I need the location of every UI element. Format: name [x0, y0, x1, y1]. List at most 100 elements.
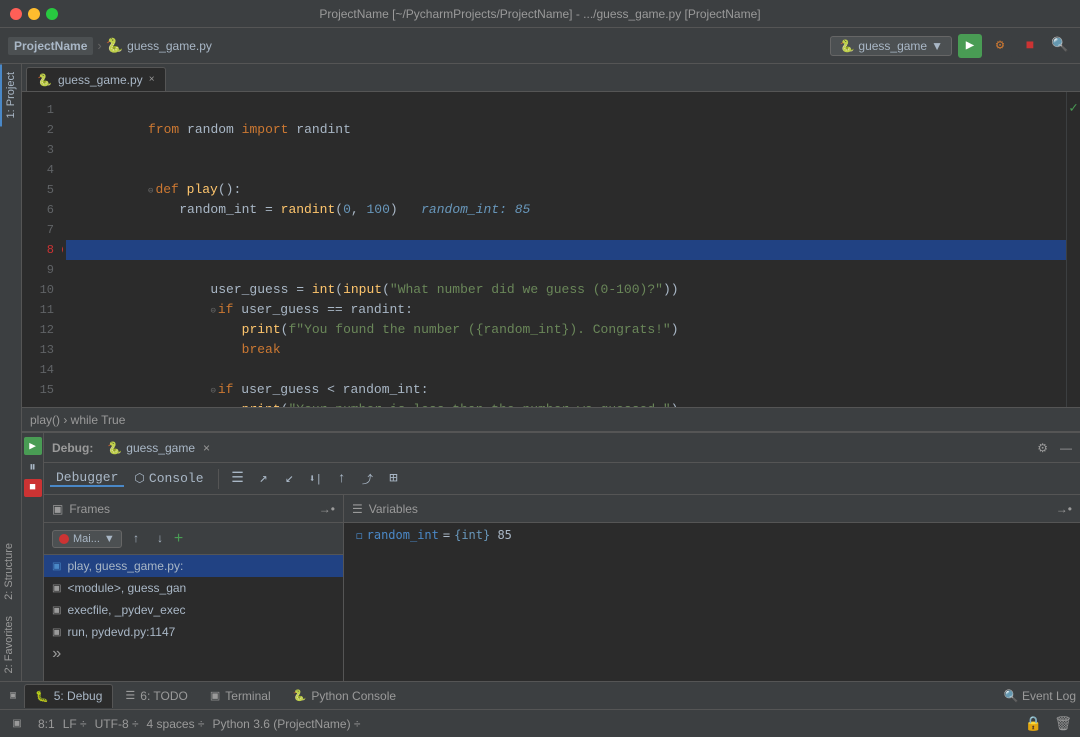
- editor-tab-guess-game[interactable]: 🐍 guess_game.py ×: [26, 67, 166, 91]
- frame-label-2: <module>, guess_gan: [67, 581, 186, 595]
- left-sidebar: 1: Project 2: Structure 2: Favorites: [0, 64, 22, 681]
- tab-bar: 🐍 guess_game.py ×: [22, 64, 1080, 92]
- run-button[interactable]: ▶: [958, 34, 982, 58]
- stop-button[interactable]: ■: [1018, 34, 1042, 58]
- code-line-3: [66, 140, 1066, 160]
- minimize-button[interactable]: [28, 8, 40, 20]
- pause-button[interactable]: ⏸: [24, 458, 42, 476]
- debugger-label: Debugger: [56, 470, 118, 485]
- step-into-my-code-button[interactable]: ⬇|: [305, 468, 327, 490]
- bottom-right-area: 🔍 Event Log: [1004, 689, 1076, 703]
- maximize-button[interactable]: [46, 8, 58, 20]
- debug-button[interactable]: ⚙: [988, 34, 1012, 58]
- debug-settings-button[interactable]: ⚙: [1037, 441, 1048, 455]
- variables-panel: ☰ Variables →• ◻ random_int = {int} 85: [344, 495, 1080, 681]
- line-endings[interactable]: LF ÷: [63, 717, 87, 731]
- sidebar-item-structure[interactable]: 2: Structure: [0, 535, 21, 608]
- frame-down-button[interactable]: ↓: [150, 529, 170, 549]
- tab-close-button[interactable]: ×: [149, 74, 155, 85]
- todo-tab-text: 6: TODO: [140, 689, 188, 703]
- bottom-tab-todo[interactable]: ☰ 6: TODO: [115, 684, 197, 708]
- python-console-text: Python Console: [311, 689, 396, 703]
- window-controls[interactable]: [10, 8, 58, 20]
- code-line-9: [66, 260, 1066, 280]
- status-bar: ▣ 8:1 LF ÷ UTF-8 ÷ 4 spaces ÷ Python 3.6…: [0, 709, 1080, 737]
- debug-minimize-button[interactable]: —: [1060, 441, 1072, 455]
- code-line-14: ⊖if user_guess < random_int:: [66, 360, 1066, 380]
- var-type: {int}: [454, 528, 490, 542]
- more-frames-indicator: »: [44, 643, 343, 665]
- code-line-7: ⊖while True:: [66, 220, 1066, 240]
- stop-debug-button[interactable]: ■: [24, 479, 42, 497]
- frame-up-button[interactable]: ↑: [126, 529, 146, 549]
- debug-side-toolbar: ▶ ⏸ ■: [22, 433, 44, 681]
- code-line-5: random_int = randint(0, 100) random_int:…: [66, 180, 1066, 200]
- console-tab[interactable]: ⬡ Console: [128, 471, 209, 486]
- run-configuration[interactable]: 🐍 guess_game ▼: [830, 36, 952, 56]
- step-into-button[interactable]: ↙: [279, 468, 301, 490]
- step-out-button[interactable]: ↑: [331, 468, 353, 490]
- search-button[interactable]: 🔍: [1048, 34, 1072, 58]
- debug-header: Debug: 🐍 guess_game × ⚙ —: [44, 433, 1080, 463]
- thread-selector[interactable]: Mai... ▼: [52, 530, 122, 548]
- right-gutter: ✓: [1066, 92, 1080, 407]
- thread-dropdown-arrow: ▼: [104, 533, 115, 545]
- code-line-12: break: [66, 320, 1066, 340]
- frame-item-run[interactable]: ▣ run, pydevd.py:1147: [44, 621, 343, 643]
- run-config-icon: 🐍: [839, 39, 854, 53]
- run-config-label: guess_game: [858, 39, 927, 53]
- terminal-tab-text: Terminal: [225, 689, 270, 703]
- frame-item-execfile[interactable]: ▣ execfile, _pydev_exec: [44, 599, 343, 621]
- close-button[interactable]: [10, 8, 22, 20]
- variables-label: Variables: [369, 502, 418, 516]
- code-line-1: from random import randint: [66, 100, 1066, 120]
- python-file-icon: 🐍: [106, 37, 123, 54]
- variable-item-random-int: ◻ random_int = {int} 85: [344, 523, 1080, 547]
- console-label: Console: [149, 471, 204, 486]
- code-line-13: [66, 340, 1066, 360]
- resume-program-button[interactable]: ▶: [24, 437, 42, 455]
- code-line-11: print(f"You found the number ({random_in…: [66, 300, 1066, 320]
- frame-controls: Mai... ▼ ↑ ↓ +: [44, 523, 343, 555]
- variables-header: ☰ Variables →•: [344, 495, 1080, 523]
- tab-label: guess_game.py: [58, 73, 143, 87]
- bottom-tab-terminal[interactable]: ▣ Terminal: [200, 684, 281, 708]
- file-breadcrumb[interactable]: 🐍 guess_game.py: [106, 37, 212, 54]
- var-name: random_int: [367, 528, 439, 542]
- code-content[interactable]: from random import randint ⊖def play(): …: [62, 92, 1066, 407]
- frame-item-module[interactable]: ▣ <module>, guess_gan: [44, 577, 343, 599]
- debug-tab-close[interactable]: ×: [203, 441, 210, 455]
- python-version[interactable]: Python 3.6 (ProjectName) ÷: [213, 717, 361, 731]
- debugger-tab[interactable]: Debugger: [50, 470, 124, 487]
- status-left: 8:1 LF ÷ UTF-8 ÷ 4 spaces ÷ Python 3.6 (…: [38, 717, 360, 731]
- console-icon: ⬡: [134, 471, 144, 486]
- sidebar-item-favorites[interactable]: 2: Favorites: [0, 608, 21, 681]
- add-frame-button[interactable]: +: [174, 530, 184, 548]
- frame-item-play[interactable]: ▣ play, guess_game.py:: [44, 555, 343, 577]
- variables-header-right: →•: [1056, 502, 1072, 516]
- code-line-4: ⊖def play():: [66, 160, 1066, 180]
- frame-icon-2: ▣: [52, 583, 61, 594]
- thread-status-icon: [59, 534, 69, 544]
- event-log-button[interactable]: 🔍 Event Log: [1004, 689, 1076, 703]
- status-right: 🔒 🗑: [1025, 715, 1072, 732]
- project-name[interactable]: ProjectName: [8, 37, 93, 55]
- file-encoding[interactable]: UTF-8 ÷: [95, 717, 139, 731]
- debug-content: Debug: 🐍 guess_game × ⚙ — Debugger ⬡: [44, 433, 1080, 681]
- debug-tab-guess-game[interactable]: 🐍 guess_game ×: [101, 441, 216, 455]
- code-line-8: user_guess = int(input("What number did …: [66, 240, 1066, 260]
- indent-setting[interactable]: 4 spaces ÷: [147, 717, 205, 731]
- sidebar-item-project[interactable]: 1: Project: [0, 64, 21, 126]
- step-over-button[interactable]: ↗: [253, 468, 275, 490]
- show-execution-point-button[interactable]: ☰: [227, 468, 249, 490]
- variables-icon: ☰: [352, 502, 363, 516]
- bottom-tab-python-console[interactable]: 🐍 Python Console: [283, 684, 406, 708]
- evaluate-expression-button[interactable]: ⊞: [383, 468, 405, 490]
- run-to-cursor-button[interactable]: ⤴: [357, 468, 379, 490]
- bottom-tab-debug[interactable]: 🐛 5: Debug: [24, 684, 113, 708]
- code-line-2: [66, 120, 1066, 140]
- debug-python-icon: 🐍: [107, 441, 122, 455]
- debug-toolbar: Debugger ⬡ Console ☰ ↗ ↙ ⬇| ↑ ⤴ ⊞: [44, 463, 1080, 495]
- line-numbers: 1 2 3 4 5 6 7 8 9 10 11 12 13 14 15: [22, 92, 62, 407]
- cursor-position[interactable]: 8:1: [38, 717, 55, 731]
